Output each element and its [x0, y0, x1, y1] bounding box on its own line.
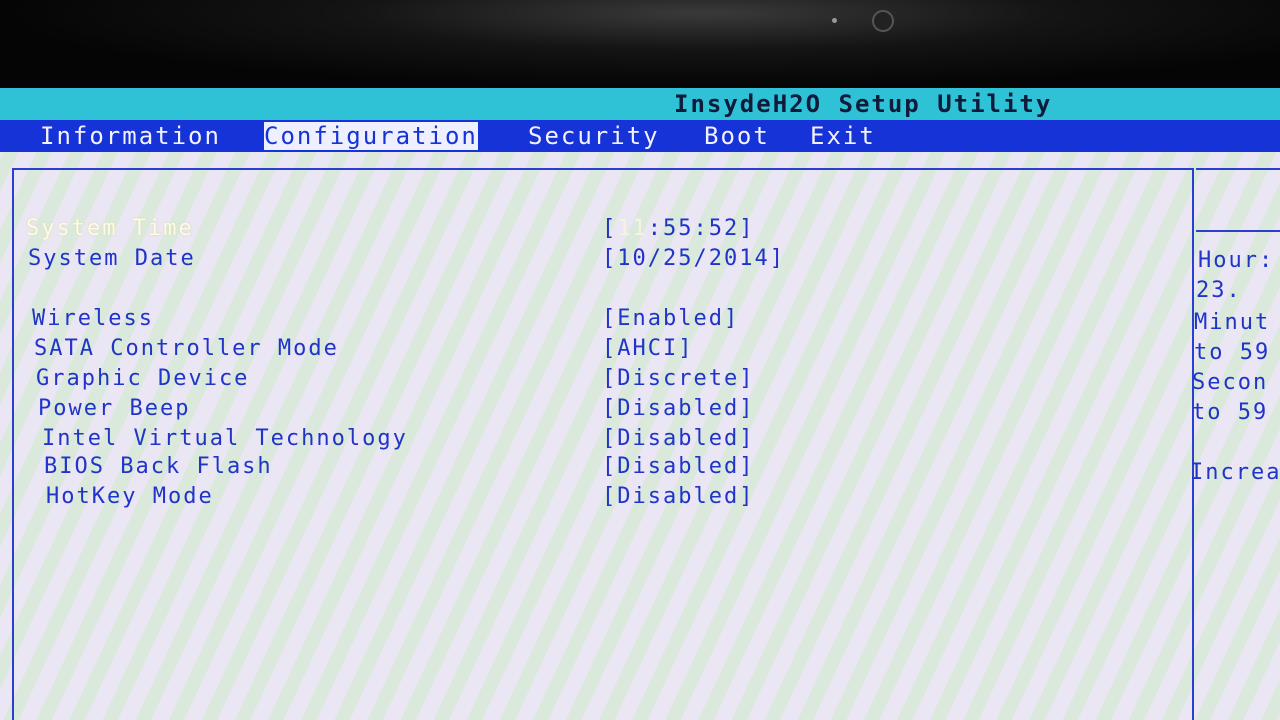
- help-line: 23.: [1196, 278, 1242, 303]
- setting-label-system-date[interactable]: System Date: [28, 246, 196, 271]
- setting-value-graphic-device[interactable]: [Discrete]: [602, 366, 754, 391]
- time-bracket-open: [: [602, 216, 618, 241]
- help-divider: [1196, 230, 1280, 232]
- help-line: to 59: [1194, 340, 1271, 365]
- webcam-icon: [872, 10, 894, 32]
- setting-value-hotkey-mode[interactable]: [Disabled]: [602, 484, 754, 509]
- tab-configuration[interactable]: Configuration: [264, 122, 478, 150]
- tab-exit[interactable]: Exit: [810, 122, 876, 150]
- setting-label-hotkey-mode[interactable]: HotKey Mode: [46, 484, 214, 509]
- setting-label-power-beep[interactable]: Power Beep: [38, 396, 190, 421]
- tab-boot[interactable]: Boot: [704, 122, 770, 150]
- setting-label-sata-mode[interactable]: SATA Controller Mode: [34, 336, 339, 361]
- setting-label-system-time[interactable]: System Time: [26, 216, 194, 241]
- setting-value-bios-back-flash[interactable]: [Disabled]: [602, 454, 754, 479]
- help-line: Secon: [1192, 370, 1269, 395]
- setting-value-sata-mode[interactable]: [AHCI]: [602, 336, 693, 361]
- setting-label-bios-back-flash[interactable]: BIOS Back Flash: [44, 454, 273, 479]
- setting-value-power-beep[interactable]: [Disabled]: [602, 396, 754, 421]
- time-rest: :55:52]: [647, 216, 755, 241]
- menu-bar: Information Configuration Security Boot …: [0, 120, 1280, 152]
- tab-security[interactable]: Security: [528, 122, 660, 150]
- help-line: Hour:: [1198, 248, 1275, 273]
- setting-label-wireless[interactable]: Wireless: [32, 306, 154, 331]
- setting-label-intel-vt[interactable]: Intel Virtual Technology: [42, 426, 408, 451]
- app-title: InsydeH2O Setup Utility: [674, 90, 1053, 118]
- camera-led-icon: [832, 18, 837, 23]
- help-line: to 59: [1192, 400, 1269, 425]
- time-hour-field[interactable]: 11: [617, 216, 648, 241]
- setting-value-intel-vt[interactable]: [Disabled]: [602, 426, 754, 451]
- setting-value-wireless[interactable]: [Enabled]: [602, 306, 739, 331]
- help-line: Minut: [1194, 310, 1271, 335]
- laptop-bezel: [0, 0, 1280, 88]
- title-bar: InsydeH2O Setup Utility: [0, 88, 1280, 120]
- bios-screen: InsydeH2O Setup Utility Information Conf…: [0, 88, 1280, 720]
- setting-value-system-time[interactable]: [11:55:52]: [602, 216, 754, 241]
- setting-value-system-date[interactable]: [10/25/2014]: [602, 246, 785, 271]
- tab-information[interactable]: Information: [40, 122, 221, 150]
- setting-label-graphic-device[interactable]: Graphic Device: [36, 366, 249, 391]
- help-line: Increa: [1190, 460, 1280, 485]
